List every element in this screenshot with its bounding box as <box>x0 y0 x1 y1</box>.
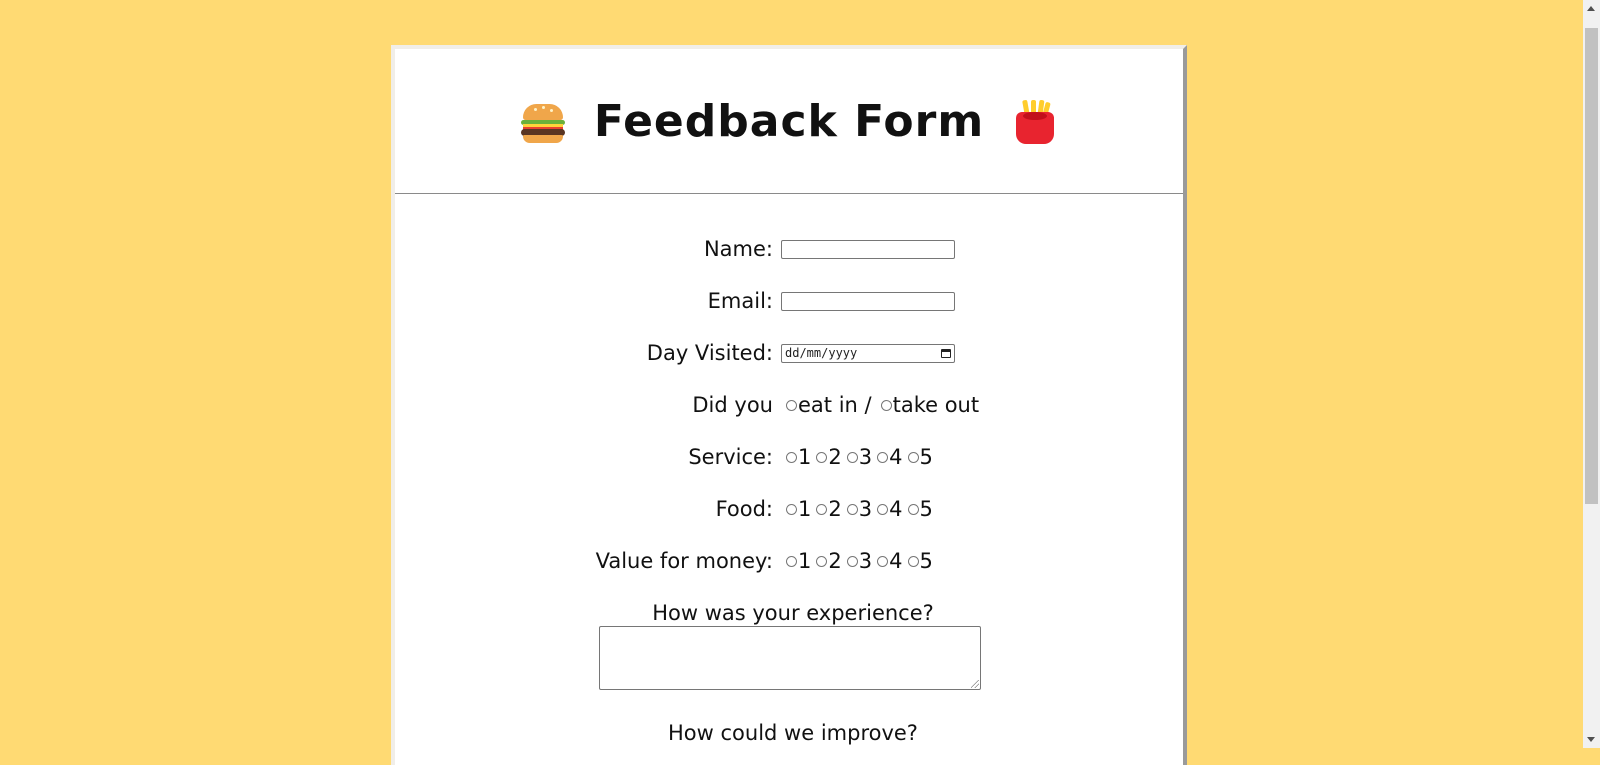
name-input[interactable] <box>781 239 955 259</box>
page-scrollbar[interactable] <box>1583 0 1600 748</box>
food-radio-1[interactable] <box>786 503 797 515</box>
service-option-1: 1 <box>798 445 812 469</box>
calendar-icon[interactable] <box>941 348 951 358</box>
value-radio-1[interactable] <box>786 555 797 567</box>
feedback-card: Feedback Form Name: Email: Day Visited: … <box>391 45 1187 765</box>
form-header: Feedback Form <box>395 49 1183 194</box>
value-option-3: 3 <box>858 549 873 573</box>
food-option-4: 4 <box>889 497 903 521</box>
day-visited-input[interactable]: dd/mm/yyyy <box>781 343 955 363</box>
food-label: Food: <box>715 497 773 521</box>
eat-in-label: eat in / <box>798 393 872 417</box>
page-title: Feedback Form <box>593 95 985 147</box>
value-option-5: 5 <box>919 549 933 573</box>
value-radio-2[interactable] <box>816 555 828 567</box>
service-label: Service: <box>688 445 773 469</box>
email-label: Email: <box>707 289 773 313</box>
service-radio-1[interactable] <box>786 451 797 463</box>
fries-icon <box>1012 98 1058 144</box>
email-row: Email: <box>395 286 1191 316</box>
service-option-4: 4 <box>889 445 903 469</box>
burger-icon <box>520 98 566 144</box>
service-radio-5[interactable] <box>907 451 919 463</box>
value-option-2: 2 <box>828 549 842 573</box>
scroll-up-icon[interactable] <box>1583 0 1600 17</box>
service-option-5: 5 <box>919 445 933 469</box>
value-option-4: 4 <box>889 549 903 573</box>
scroll-down-icon[interactable] <box>1583 731 1600 748</box>
food-row: Food: 1 2 3 4 5 <box>395 494 1191 524</box>
food-radio-5[interactable] <box>907 503 919 515</box>
value-radio-4[interactable] <box>877 555 889 567</box>
food-radio-4[interactable] <box>877 503 889 515</box>
service-radio-4[interactable] <box>877 451 889 463</box>
food-option-1: 1 <box>798 497 812 521</box>
food-option-3: 3 <box>858 497 873 521</box>
service-row: Service: 1 2 3 4 5 <box>395 442 1191 472</box>
date-placeholder: dd/mm/yyyy <box>785 346 858 360</box>
dine-row: Did you eat in / take out <box>395 390 1191 420</box>
value-radio-5[interactable] <box>907 555 919 567</box>
take-out-radio[interactable] <box>880 399 892 411</box>
value-option-1: 1 <box>798 549 812 573</box>
day-visited-label: Day Visited: <box>646 341 773 365</box>
service-option-2: 2 <box>828 445 842 469</box>
experience-label: How was your experience? <box>652 601 934 625</box>
service-radio-2[interactable] <box>816 451 828 463</box>
day-row: Day Visited: dd/mm/yyyy <box>395 338 1191 368</box>
resize-grip-icon[interactable] <box>971 680 979 688</box>
service-radio-3[interactable] <box>846 451 858 463</box>
scroll-thumb[interactable] <box>1585 28 1598 504</box>
email-input[interactable] <box>781 291 955 311</box>
food-radio-3[interactable] <box>846 503 858 515</box>
food-radio-2[interactable] <box>816 503 828 515</box>
eat-in-radio[interactable] <box>786 399 797 411</box>
food-option-5: 5 <box>919 497 933 521</box>
improve-label: How could we improve? <box>668 721 918 745</box>
dine-label: Did you <box>692 393 773 417</box>
service-option-3: 3 <box>858 445 873 469</box>
name-row: Name: <box>395 234 1191 264</box>
experience-textarea[interactable] <box>599 626 981 690</box>
take-out-label: take out <box>892 393 980 417</box>
name-label: Name: <box>703 237 773 261</box>
value-row: Value for money: 1 2 3 4 5 <box>395 546 1191 576</box>
food-option-2: 2 <box>828 497 842 521</box>
value-label: Value for money: <box>595 549 773 573</box>
value-radio-3[interactable] <box>846 555 858 567</box>
